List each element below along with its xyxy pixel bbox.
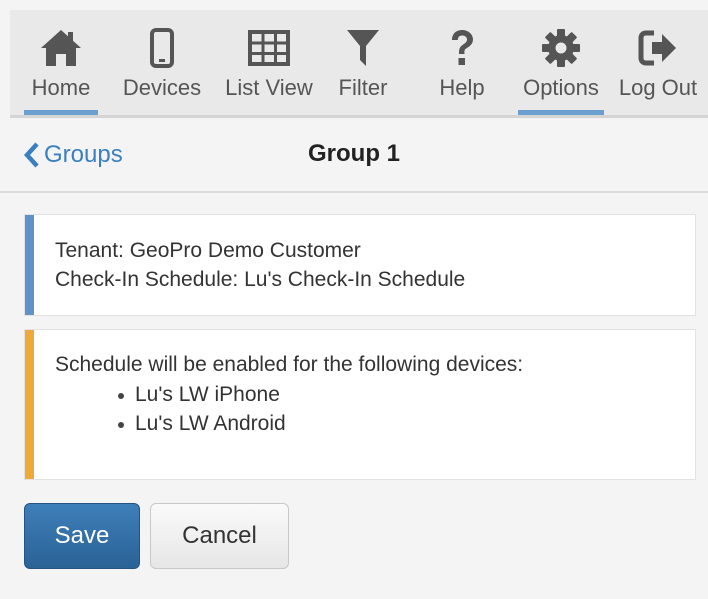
- group-info-content: Tenant: GeoPro Demo Customer Check-In Sc…: [55, 236, 465, 294]
- cancel-button[interactable]: Cancel: [150, 503, 289, 569]
- save-button[interactable]: Save: [24, 503, 140, 569]
- nav-filter-label: Filter: [338, 75, 388, 100]
- nav-help[interactable]: Help: [428, 10, 496, 115]
- top-nav: Home Devices List View Filter Help Optio…: [10, 10, 708, 118]
- card-accent-bar: [25, 215, 34, 315]
- devices-intro-text: Schedule will be enabled for the followi…: [55, 353, 524, 376]
- nav-home-label: Home: [31, 75, 91, 100]
- device-list-item: Lu's LW Android: [55, 409, 523, 438]
- logout-icon: [638, 24, 678, 72]
- group-info-card: Tenant: GeoPro Demo Customer Check-In Sc…: [24, 214, 696, 316]
- device-list: Lu's LW iPhone Lu's LW Android: [55, 380, 523, 438]
- nav-options[interactable]: Options: [515, 10, 607, 115]
- check-in-schedule-text: Check-In Schedule: Lu's Check-In Schedul…: [55, 268, 466, 291]
- nav-home[interactable]: Home: [16, 10, 106, 115]
- nav-list-view[interactable]: List View: [216, 10, 322, 115]
- page-header: Groups Group 1: [0, 118, 708, 193]
- device-list-item: Lu's LW iPhone: [55, 380, 523, 409]
- app: Home Devices List View Filter Help Optio…: [0, 0, 708, 599]
- nav-devices-label: Devices: [122, 75, 202, 100]
- chevron-left-icon: [24, 142, 39, 168]
- phone-icon: [149, 24, 175, 72]
- gear-icon: [541, 24, 581, 72]
- nav-list-view-label: List View: [225, 75, 313, 100]
- filter-icon: [345, 24, 381, 72]
- tenant-text: Tenant: GeoPro Demo Customer: [55, 239, 361, 262]
- nav-devices[interactable]: Devices: [112, 10, 212, 115]
- nav-home-active-indicator: [24, 110, 98, 115]
- home-icon: [39, 24, 83, 72]
- nav-filter[interactable]: Filter: [326, 10, 400, 115]
- nav-log-out-label: Log Out: [618, 75, 698, 100]
- devices-notice-card: Schedule will be enabled for the followi…: [24, 329, 696, 480]
- card-accent-bar: [25, 330, 34, 479]
- grid-icon: [248, 24, 290, 72]
- question-icon: [448, 24, 476, 72]
- back-link-label: Groups: [44, 141, 123, 168]
- nav-log-out[interactable]: Log Out: [612, 10, 704, 115]
- nav-options-active-indicator: [518, 110, 604, 115]
- back-to-groups-link[interactable]: Groups: [24, 138, 123, 172]
- nav-help-label: Help: [439, 75, 485, 100]
- devices-notice-content: Schedule will be enabled for the followi…: [55, 350, 523, 438]
- nav-options-label: Options: [523, 75, 599, 100]
